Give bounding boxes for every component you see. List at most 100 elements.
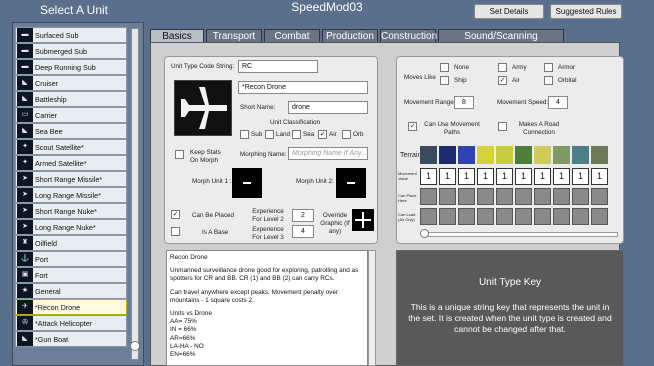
satellite-icon: ✦	[17, 140, 33, 154]
can-load-cell[interactable]	[439, 208, 456, 225]
unit-description[interactable]: Recon Drone Unmanned surveillance drone …	[166, 250, 368, 366]
general-icon: ★	[17, 284, 33, 298]
morphing-name-input[interactable]: Morphing Name If Any...	[288, 147, 368, 160]
road-connection-checkbox[interactable]	[498, 122, 507, 131]
can-be-placed-checkbox[interactable]: ✓	[171, 210, 180, 219]
unit-list-scrollbar[interactable]	[131, 28, 139, 360]
can-load-cell[interactable]	[534, 208, 551, 225]
can-use-paths-checkbox[interactable]: ✓	[408, 122, 417, 131]
tab-construction[interactable]: Construction	[380, 29, 437, 43]
unit-list-item[interactable]: ▬ Surfaced Sub	[15, 27, 127, 43]
terrain-grass-icon	[496, 146, 513, 164]
unit-list-item[interactable]: ➤ Long Range Nuke*	[15, 219, 127, 235]
morph-unit-2-slot[interactable]	[336, 168, 366, 198]
can-load-cell[interactable]	[515, 208, 532, 225]
can-place-cell[interactable]	[515, 188, 532, 205]
can-load-cell[interactable]	[477, 208, 494, 225]
can-place-cell[interactable]	[496, 188, 513, 205]
can-load-cell[interactable]	[553, 208, 570, 225]
movement-value-cell[interactable]: 1	[420, 168, 437, 185]
movement-range-input[interactable]: 8	[454, 96, 474, 109]
unit-list-item[interactable]: ◣ Battleship	[15, 91, 127, 107]
terrain-scrollbar-thumb[interactable]	[420, 229, 429, 238]
suggested-rules-button[interactable]: Suggested Rules	[550, 4, 622, 19]
tab-combat[interactable]: Combat	[264, 29, 320, 43]
unit-list-item[interactable]: ▣ Fort	[15, 267, 127, 283]
tab-transport[interactable]: Transport	[206, 29, 262, 43]
moves-air-checkbox[interactable]: ✓	[498, 76, 507, 85]
movement-value-cell[interactable]: 1	[515, 168, 532, 185]
unit-list-item[interactable]: ♜ Oilfield	[15, 235, 127, 251]
unit-list-item[interactable]: ▬ Deep Running Sub	[15, 59, 127, 75]
can-place-cell[interactable]	[420, 188, 437, 205]
can-load-cell[interactable]	[458, 208, 475, 225]
movement-value-cell[interactable]: 1	[591, 168, 608, 185]
unit-list[interactable]: ▬ Surfaced Sub ▬ Submerged Sub ▬ Deep Running…	[15, 27, 127, 347]
can-load-cell[interactable]	[591, 208, 608, 225]
moves-ship-checkbox[interactable]	[440, 76, 449, 85]
can-place-cell[interactable]	[591, 188, 608, 205]
unit-list-item[interactable]: ▬ Submerged Sub	[15, 43, 127, 59]
terrain-scrollbar[interactable]	[422, 232, 618, 237]
unit-list-item[interactable]: ◣ Sea Bee	[15, 123, 127, 139]
moves-none-checkbox[interactable]	[440, 63, 449, 72]
terrain-forest-icon	[515, 146, 532, 164]
tab-basics[interactable]: Basics	[150, 29, 204, 43]
tab-sound-scanning[interactable]: Sound/Scanning	[438, 29, 564, 43]
can-place-cell[interactable]	[553, 188, 570, 205]
class-orb-checkbox[interactable]	[342, 130, 351, 139]
code-input[interactable]: RC	[238, 60, 318, 73]
moves-army-checkbox[interactable]	[498, 63, 507, 72]
can-load-cell[interactable]	[420, 208, 437, 225]
unit-name-input[interactable]: *Recon Drone	[238, 81, 368, 94]
code-label: Unit Type Code String:	[171, 63, 235, 70]
unit-list-item[interactable]: ◣ *Gun Boat	[15, 331, 127, 347]
class-air-checkbox[interactable]: ✓	[318, 130, 327, 139]
exp3-input[interactable]: 4	[292, 225, 314, 238]
tab-production[interactable]: Production	[322, 29, 378, 43]
moves-armor-checkbox[interactable]	[544, 63, 553, 72]
unit-list-item[interactable]: ★ General	[15, 283, 127, 299]
unit-list-item[interactable]: ✦ Scout Satellite*	[15, 139, 127, 155]
unit-list-item[interactable]: ◣ Cruiser	[15, 75, 127, 91]
movement-value-cell[interactable]: 1	[572, 168, 589, 185]
unit-list-label: Port	[35, 254, 49, 264]
unit-list-label: Cruiser	[35, 78, 59, 88]
description-scrollbar[interactable]	[368, 250, 376, 366]
scrollbar-thumb[interactable]	[130, 341, 140, 351]
submarine-icon: ▬	[17, 28, 33, 42]
unit-list-item[interactable]: ⚓ Port	[15, 251, 127, 267]
can-place-cell[interactable]	[458, 188, 475, 205]
movement-value-cell[interactable]: 1	[439, 168, 456, 185]
movement-speed-input[interactable]: 4	[548, 96, 568, 109]
override-graphic-slot[interactable]	[352, 209, 374, 231]
unit-list-item[interactable]: ➤ Long Range Missile*	[15, 187, 127, 203]
exp2-input[interactable]: 2	[292, 209, 314, 222]
morph-unit-1-slot[interactable]	[232, 168, 262, 198]
can-place-cell[interactable]	[439, 188, 456, 205]
unit-list-item[interactable]: ✈ *Recon Drone	[15, 299, 127, 315]
unit-list-item[interactable]: ➤ Short Range Missile*	[15, 171, 127, 187]
can-load-cell[interactable]	[572, 208, 589, 225]
can-place-cell[interactable]	[572, 188, 589, 205]
can-place-cell[interactable]	[534, 188, 551, 205]
unit-list-item[interactable]: ✇ *Attack Helicopter	[15, 315, 127, 331]
movement-value-cell[interactable]: 1	[477, 168, 494, 185]
unit-list-item[interactable]: ✦ Armed Satellite*	[15, 155, 127, 171]
can-load-cell[interactable]	[496, 208, 513, 225]
class-sea-checkbox[interactable]	[292, 130, 301, 139]
unit-list-item[interactable]: ➤ Short Range Nuke*	[15, 203, 127, 219]
class-land-checkbox[interactable]	[265, 130, 274, 139]
movement-value-cell[interactable]: 1	[458, 168, 475, 185]
movement-value-cell[interactable]: 1	[496, 168, 513, 185]
keep-stats-checkbox[interactable]	[175, 150, 184, 159]
is-a-base-checkbox[interactable]	[171, 227, 180, 236]
movement-value-cell[interactable]: 1	[553, 168, 570, 185]
moves-orbital-checkbox[interactable]	[544, 76, 553, 85]
unit-list-item[interactable]: ▭ Carrier	[15, 107, 127, 123]
class-sub-checkbox[interactable]	[240, 130, 249, 139]
short-name-input[interactable]: drone	[288, 101, 368, 114]
set-details-button[interactable]: Set Details	[474, 4, 544, 19]
movement-value-cell[interactable]: 1	[534, 168, 551, 185]
can-place-cell[interactable]	[477, 188, 494, 205]
